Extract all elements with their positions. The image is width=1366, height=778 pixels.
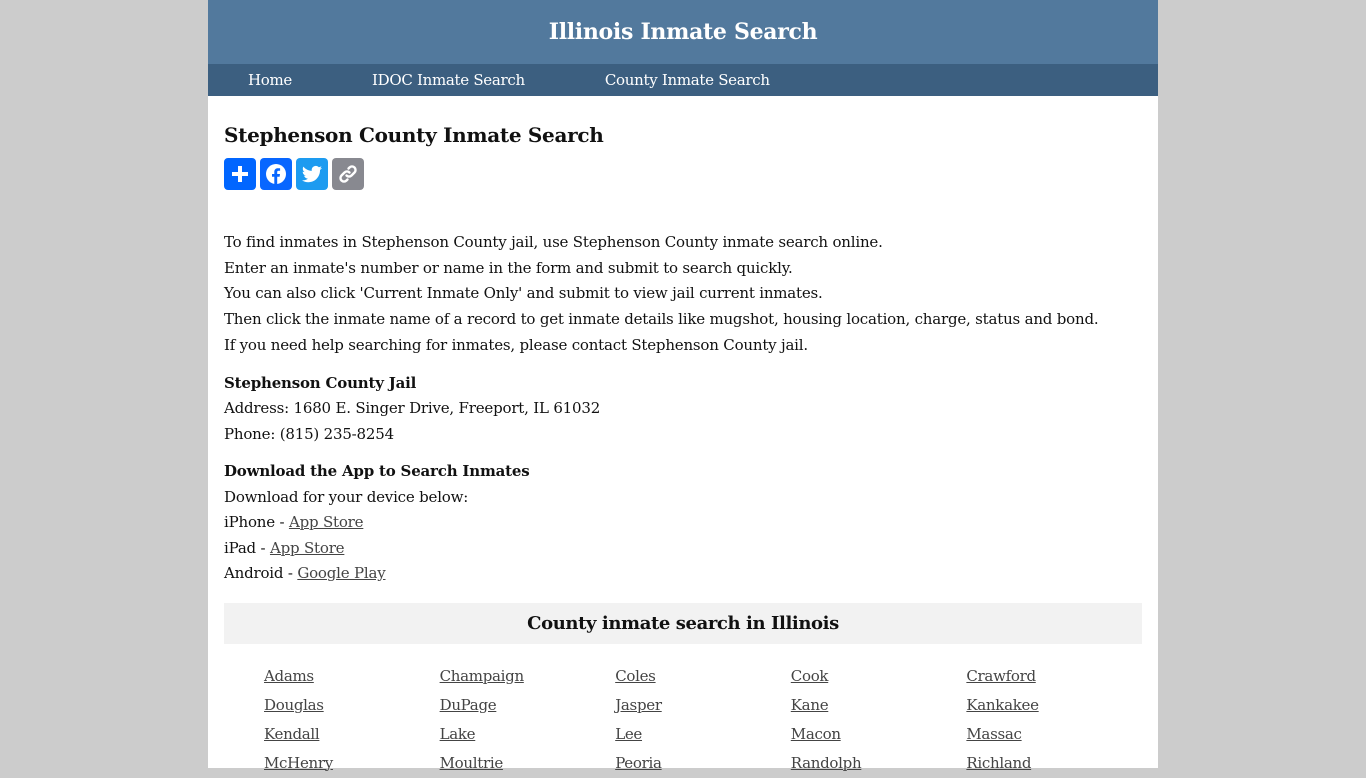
county-link[interactable]: Richland [966, 749, 1142, 778]
app-device-iphone: iPhone - App Store [224, 510, 1142, 536]
county-link[interactable]: Kendall [264, 720, 440, 749]
device-label: Android - [224, 564, 298, 583]
jail-address: Address: 1680 E. Singer Drive, Freeport,… [224, 399, 601, 418]
iphone-app-store-link[interactable]: App Store [289, 513, 364, 531]
twitter-share-button[interactable] [296, 158, 328, 190]
county-link[interactable]: Macon [791, 720, 967, 749]
county-link[interactable]: Coles [615, 662, 791, 691]
county-link[interactable]: McHenry [264, 749, 440, 778]
intro-line: You can also click 'Current Inmate Only'… [224, 284, 823, 303]
share-button[interactable] [224, 158, 256, 190]
app-heading: Download the App to Search Inmates [224, 462, 530, 481]
link-icon [339, 165, 357, 183]
android-google-play-link[interactable]: Google Play [297, 564, 385, 582]
app-subtext: Download for your device below: [224, 487, 469, 506]
device-label: iPhone - [224, 513, 289, 532]
county-link[interactable]: Champaign [440, 662, 616, 691]
nav-item-idoc-inmate-search[interactable]: IDOC Inmate Search [372, 71, 525, 89]
county-link[interactable]: Lee [615, 720, 791, 749]
jail-phone: Phone: (815) 235-8254 [224, 424, 394, 443]
county-link[interactable]: Jasper [615, 691, 791, 720]
nav-item-home[interactable]: Home [248, 71, 292, 89]
intro-line: If you need help searching for inmates, … [224, 335, 808, 354]
county-link[interactable]: Lake [440, 720, 616, 749]
twitter-icon [302, 165, 322, 183]
county-link[interactable]: Cook [791, 662, 967, 691]
county-link[interactable]: DuPage [440, 691, 616, 720]
device-label: iPad - [224, 538, 270, 557]
county-link[interactable]: Kane [791, 691, 967, 720]
county-section-header: County inmate search in Illinois [224, 602, 1142, 644]
intro-line: Enter an inmate's number or name in the … [224, 258, 793, 277]
county-link[interactable]: Kankakee [966, 691, 1142, 720]
facebook-share-button[interactable] [260, 158, 292, 190]
share-toolbar [224, 158, 1142, 190]
page-container: Illinois Inmate Search Home IDOC Inmate … [208, 0, 1158, 772]
site-header: Illinois Inmate Search [208, 0, 1158, 64]
county-link[interactable]: Douglas [264, 691, 440, 720]
main-nav: Home IDOC Inmate Search County Inmate Se… [208, 64, 1158, 96]
site-title[interactable]: Illinois Inmate Search [549, 19, 818, 45]
app-device-ipad: iPad - App Store [224, 536, 1142, 562]
ipad-app-store-link[interactable]: App Store [270, 539, 345, 557]
county-link[interactable]: Randolph [791, 749, 967, 778]
intro-line: Then click the inmate name of a record t… [224, 310, 1099, 329]
county-link-grid: Adams Champaign Coles Cook Crawford Doug… [224, 662, 1142, 778]
county-link[interactable]: Crawford [966, 662, 1142, 691]
main-content: Stephenson County Inmate Search To find … [208, 122, 1158, 778]
intro-text: To find inmates in Stephenson County jai… [224, 230, 1142, 359]
facebook-icon [266, 164, 286, 184]
plus-icon [232, 166, 248, 182]
county-link[interactable]: Adams [264, 662, 440, 691]
copy-link-button[interactable] [332, 158, 364, 190]
intro-line: To find inmates in Stephenson County jai… [224, 233, 883, 251]
app-download: Download the App to Search Inmates Downl… [224, 459, 1142, 587]
county-link[interactable]: Moultrie [440, 749, 616, 778]
nav-item-county-inmate-search[interactable]: County Inmate Search [605, 71, 770, 89]
jail-heading: Stephenson County Jail [224, 373, 417, 392]
county-link[interactable]: Massac [966, 720, 1142, 749]
page-title: Stephenson County Inmate Search [224, 123, 604, 147]
app-device-android: Android - Google Play [224, 561, 1142, 587]
jail-info: Stephenson County Jail Address: 1680 E. … [224, 371, 1142, 448]
county-section-title: County inmate search in Illinois [527, 612, 839, 634]
county-link[interactable]: Peoria [615, 749, 791, 778]
